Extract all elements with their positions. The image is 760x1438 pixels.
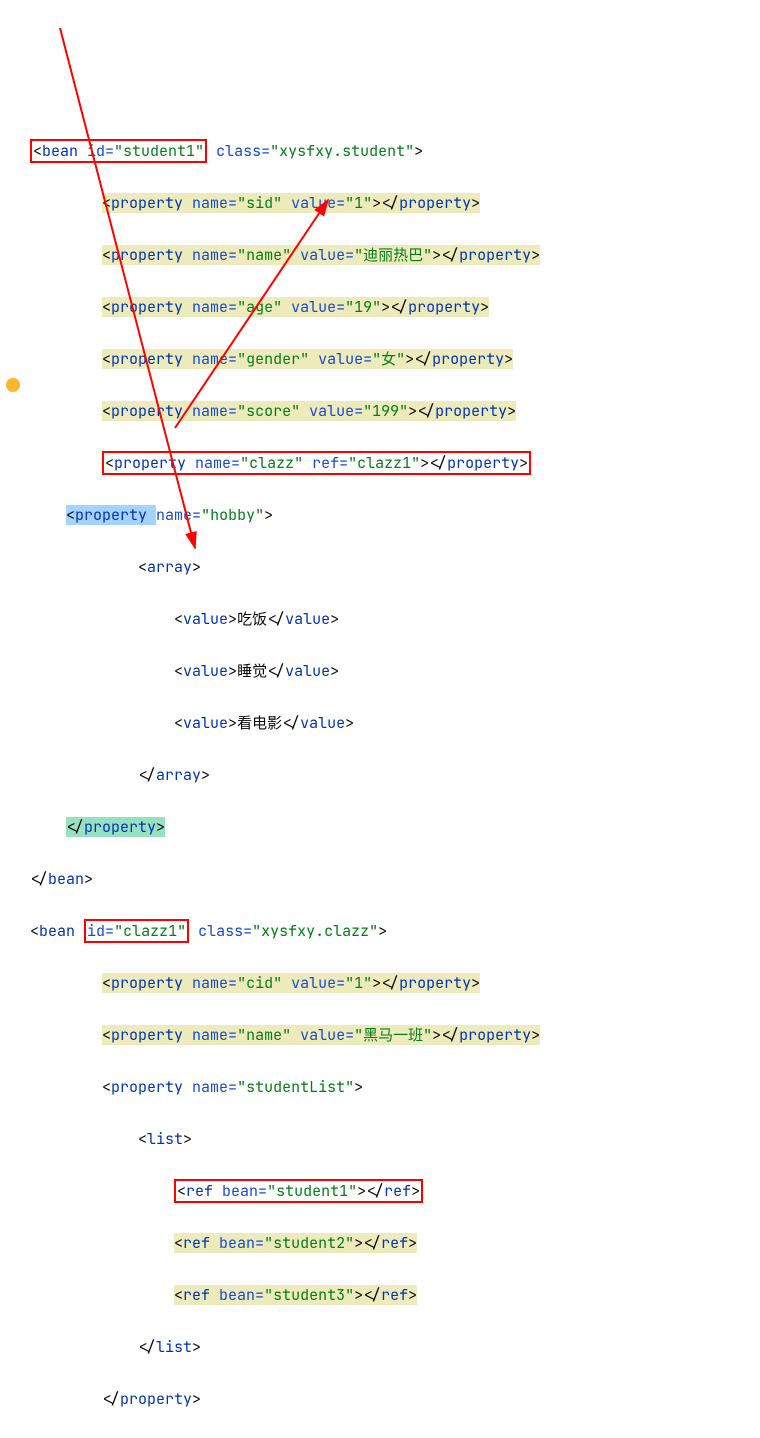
code-line: </list> — [30, 1334, 760, 1360]
code-line: </property> — [30, 814, 760, 840]
code-line: <property name="age" value="19"></proper… — [30, 294, 760, 320]
code-line: <ref bean="student1"></ref> — [30, 1178, 760, 1204]
code-line: <property name="name" value="黑马一班"></pro… — [30, 1022, 760, 1048]
code-line: <property name="gender" value="女"></prop… — [30, 346, 760, 372]
code-line: <ref bean="student3"></ref> — [30, 1282, 760, 1308]
code-line: <value>睡觉</value> — [30, 658, 760, 684]
code-line: </array> — [30, 762, 760, 788]
code-line: <value>看电影</value> — [30, 710, 760, 736]
code-line: <value>吃饭</value> — [30, 606, 760, 632]
code-line: <ref bean="student2"></ref> — [30, 1230, 760, 1256]
code-line: </property> — [30, 1386, 760, 1412]
code-line: <property name="studentList"> — [30, 1074, 760, 1100]
gutter-bulb-icon — [6, 378, 20, 392]
code-line: <bean id="clazz1" class="xysfxy.clazz"> — [30, 918, 760, 944]
code-line: </bean> — [30, 866, 760, 892]
code-block: <bean id="student1" class="xysfxy.studen… — [30, 112, 760, 1438]
code-line: <bean id="student1" class="xysfxy.studen… — [30, 138, 760, 164]
code-line: <list> — [30, 1126, 760, 1152]
code-line: <property name="score" value="199"></pro… — [30, 398, 760, 424]
code-line: <property name="hobby"> — [30, 502, 760, 528]
code-line: <property name="cid" value="1"></propert… — [30, 970, 760, 996]
code-line: <property name="name" value="迪丽热巴"></pro… — [30, 242, 760, 268]
code-line: <property name="sid" value="1"></propert… — [30, 190, 760, 216]
code-line: <array> — [30, 554, 760, 580]
code-line: <property name="clazz" ref="clazz1"></pr… — [30, 450, 760, 476]
